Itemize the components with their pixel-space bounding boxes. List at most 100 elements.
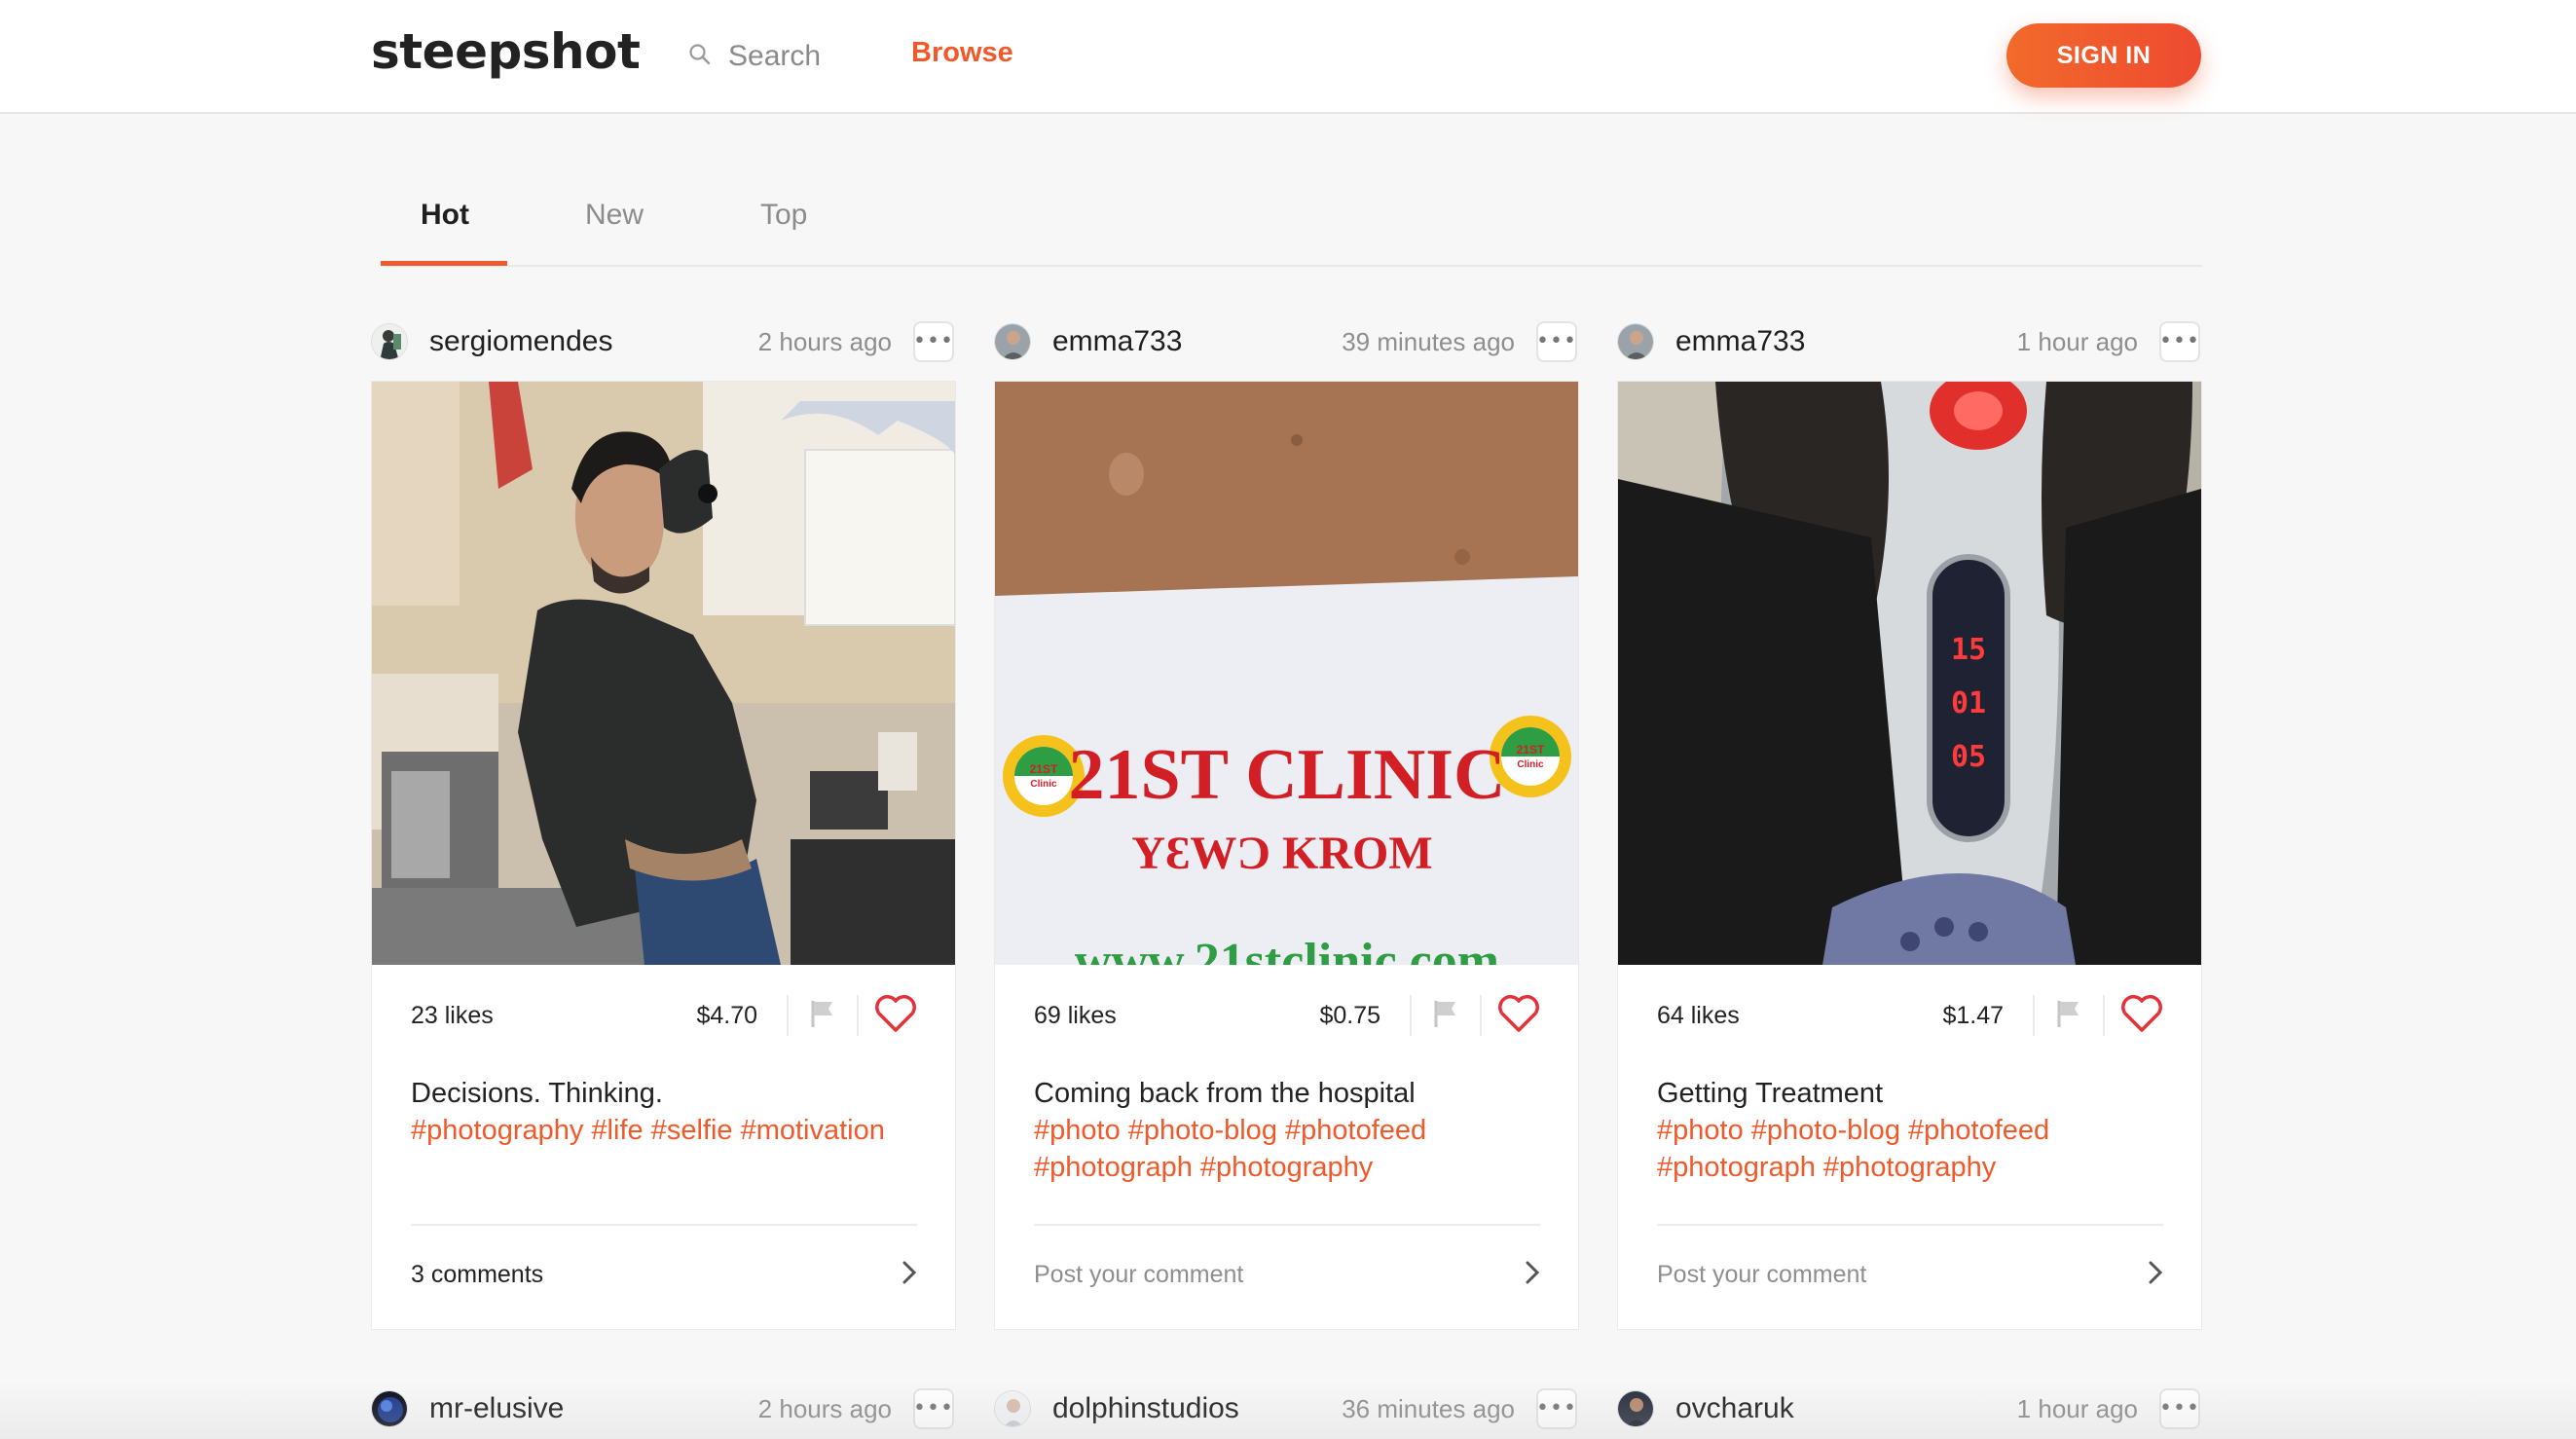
sign-badge-text: 21ST <box>1517 743 1545 756</box>
post-stats: 69 likes $0.75 <box>1034 985 1540 1046</box>
post-card: 23 likes $4.70 Decisions. Thinking. #pho… <box>371 381 956 1330</box>
sign-badge-text: Clinic <box>1517 759 1544 770</box>
steepshot-logo[interactable]: steepshot <box>371 23 641 80</box>
post-description: Decisions. Thinking. #photography #life … <box>411 1075 922 1149</box>
more-options-button[interactable]: ••• <box>2159 321 2200 362</box>
sign-in-button[interactable]: SIGN IN <box>2006 23 2201 88</box>
avatar[interactable] <box>1617 1390 1654 1427</box>
comment-input-link[interactable]: Post your comment <box>1034 1238 1540 1310</box>
more-options-button[interactable]: ••• <box>1536 321 1577 362</box>
divider <box>1034 1224 1540 1226</box>
post-username[interactable]: dolphinstudios <box>1052 1392 1239 1425</box>
comment-placeholder: Post your comment <box>1657 1260 1867 1288</box>
post-time: 2 hours ago <box>757 326 892 356</box>
avatar[interactable] <box>371 1390 408 1427</box>
search-input[interactable] <box>728 40 874 73</box>
flag-button[interactable] <box>1412 995 1480 1036</box>
post-header: emma733 39 minutes ago ••• <box>994 317 1577 366</box>
more-options-button[interactable]: ••• <box>1536 1388 1577 1429</box>
avatar[interactable] <box>994 1390 1031 1427</box>
more-icon: ••• <box>2159 329 2200 353</box>
search-box[interactable] <box>687 35 874 78</box>
post-stats: 64 likes $1.47 <box>1657 985 2163 1046</box>
more-icon: ••• <box>1536 1396 1577 1421</box>
post-stats: 23 likes $4.70 <box>411 985 917 1046</box>
divider <box>411 1224 917 1226</box>
likes-count[interactable]: 23 likes <box>411 1002 606 1030</box>
tab-hot[interactable]: Hot <box>421 199 469 232</box>
post-header: ovcharuk 1 hour ago ••• <box>1617 1384 2200 1433</box>
comment-input-link[interactable]: Post your comment <box>1657 1238 2163 1310</box>
comments-link[interactable]: 3 comments <box>411 1238 917 1310</box>
post-time: 36 minutes ago <box>1342 1393 1515 1423</box>
payout-value: $0.75 <box>1319 1001 1380 1029</box>
avatar[interactable] <box>371 323 408 360</box>
divider <box>1657 1224 2163 1226</box>
post-header: emma733 1 hour ago ••• <box>1617 317 2200 366</box>
tab-top[interactable]: Top <box>760 199 807 232</box>
device-display-text: 05 <box>1951 740 1986 774</box>
likes-count[interactable]: 69 likes <box>1034 1002 1229 1030</box>
comments-count: 3 comments <box>411 1260 544 1288</box>
post-card: 15 01 05 64 likes $1.47 Getting Treatmen… <box>1617 381 2202 1330</box>
heart-icon <box>874 994 917 1038</box>
post-tags[interactable]: #photography #life #selfie #motivation <box>411 1112 922 1149</box>
post-title: Coming back from the hospital <box>1034 1078 1416 1109</box>
more-options-button[interactable]: ••• <box>913 321 954 362</box>
more-icon: ••• <box>913 1396 954 1421</box>
like-button[interactable] <box>859 991 917 1040</box>
post-description: Getting Treatment #photo #photo-blog #ph… <box>1657 1075 2168 1186</box>
post-photo[interactable]: 21ST Clinic 21ST Clinic 21ST CLINIC YƐWƆ… <box>995 382 1578 965</box>
post-username[interactable]: emma733 <box>1052 325 1182 358</box>
sign-badge-text: Clinic <box>1030 779 1057 790</box>
tab-new[interactable]: New <box>585 199 644 232</box>
flag-icon <box>2055 999 2082 1033</box>
post-username[interactable]: emma733 <box>1675 325 1805 358</box>
browse-link[interactable]: Browse <box>911 37 1013 69</box>
top-navbar: steepshot Browse SIGN IN <box>0 0 2576 114</box>
heart-icon <box>1497 994 1540 1038</box>
post-username[interactable]: sergiomendes <box>429 325 612 358</box>
post-header: mr-elusive 2 hours ago ••• <box>371 1384 954 1433</box>
avatar[interactable] <box>1617 323 1654 360</box>
more-icon: ••• <box>913 329 954 353</box>
post-card: 21ST Clinic 21ST Clinic 21ST CLINIC YƐWƆ… <box>994 381 1579 1330</box>
more-icon: ••• <box>2159 1396 2200 1421</box>
avatar[interactable] <box>994 323 1031 360</box>
post-description: Coming back from the hospital #photo #ph… <box>1034 1075 1545 1186</box>
flag-icon <box>1432 999 1459 1033</box>
comment-placeholder: Post your comment <box>1034 1260 1244 1288</box>
post-header: sergiomendes 2 hours ago ••• <box>371 317 954 366</box>
search-icon <box>687 42 713 72</box>
payout-value: $4.70 <box>696 1001 757 1029</box>
flag-button[interactable] <box>2035 995 2103 1036</box>
sign-sub-text: YƐWƆ KROM <box>1131 828 1432 879</box>
post-username[interactable]: mr-elusive <box>429 1392 564 1425</box>
likes-count[interactable]: 64 likes <box>1657 1002 1852 1030</box>
post-time: 1 hour ago <box>2016 326 2138 356</box>
chevron-right-icon <box>2148 1260 2163 1290</box>
flag-icon <box>809 999 836 1033</box>
chevron-right-icon <box>902 1260 917 1290</box>
post-title: Getting Treatment <box>1657 1078 1884 1109</box>
sign-clinic-text: 21ST CLINIC <box>1069 735 1506 815</box>
more-icon: ••• <box>1536 329 1577 353</box>
more-options-button[interactable]: ••• <box>2159 1388 2200 1429</box>
device-display-text: 15 <box>1951 633 1986 667</box>
post-header: dolphinstudios 36 minutes ago ••• <box>994 1384 1577 1433</box>
post-photo[interactable]: 15 01 05 <box>1618 382 2201 965</box>
post-time: 1 hour ago <box>2016 1393 2138 1423</box>
payout-value: $1.47 <box>1942 1001 2004 1029</box>
post-time: 39 minutes ago <box>1342 326 1515 356</box>
post-tags[interactable]: #photo #photo-blog #photofeed #photograp… <box>1034 1112 1545 1186</box>
more-options-button[interactable]: ••• <box>913 1388 954 1429</box>
chevron-right-icon <box>1525 1260 1540 1290</box>
feed-tabs: Hot New Top <box>381 166 2202 267</box>
like-button[interactable] <box>2105 991 2163 1040</box>
post-photo[interactable] <box>372 382 955 965</box>
flag-button[interactable] <box>789 995 857 1036</box>
post-tags[interactable]: #photo #photo-blog #photofeed #photograp… <box>1657 1112 2168 1186</box>
post-username[interactable]: ovcharuk <box>1675 1392 1794 1425</box>
like-button[interactable] <box>1482 991 1540 1040</box>
heart-icon <box>2120 994 2163 1038</box>
